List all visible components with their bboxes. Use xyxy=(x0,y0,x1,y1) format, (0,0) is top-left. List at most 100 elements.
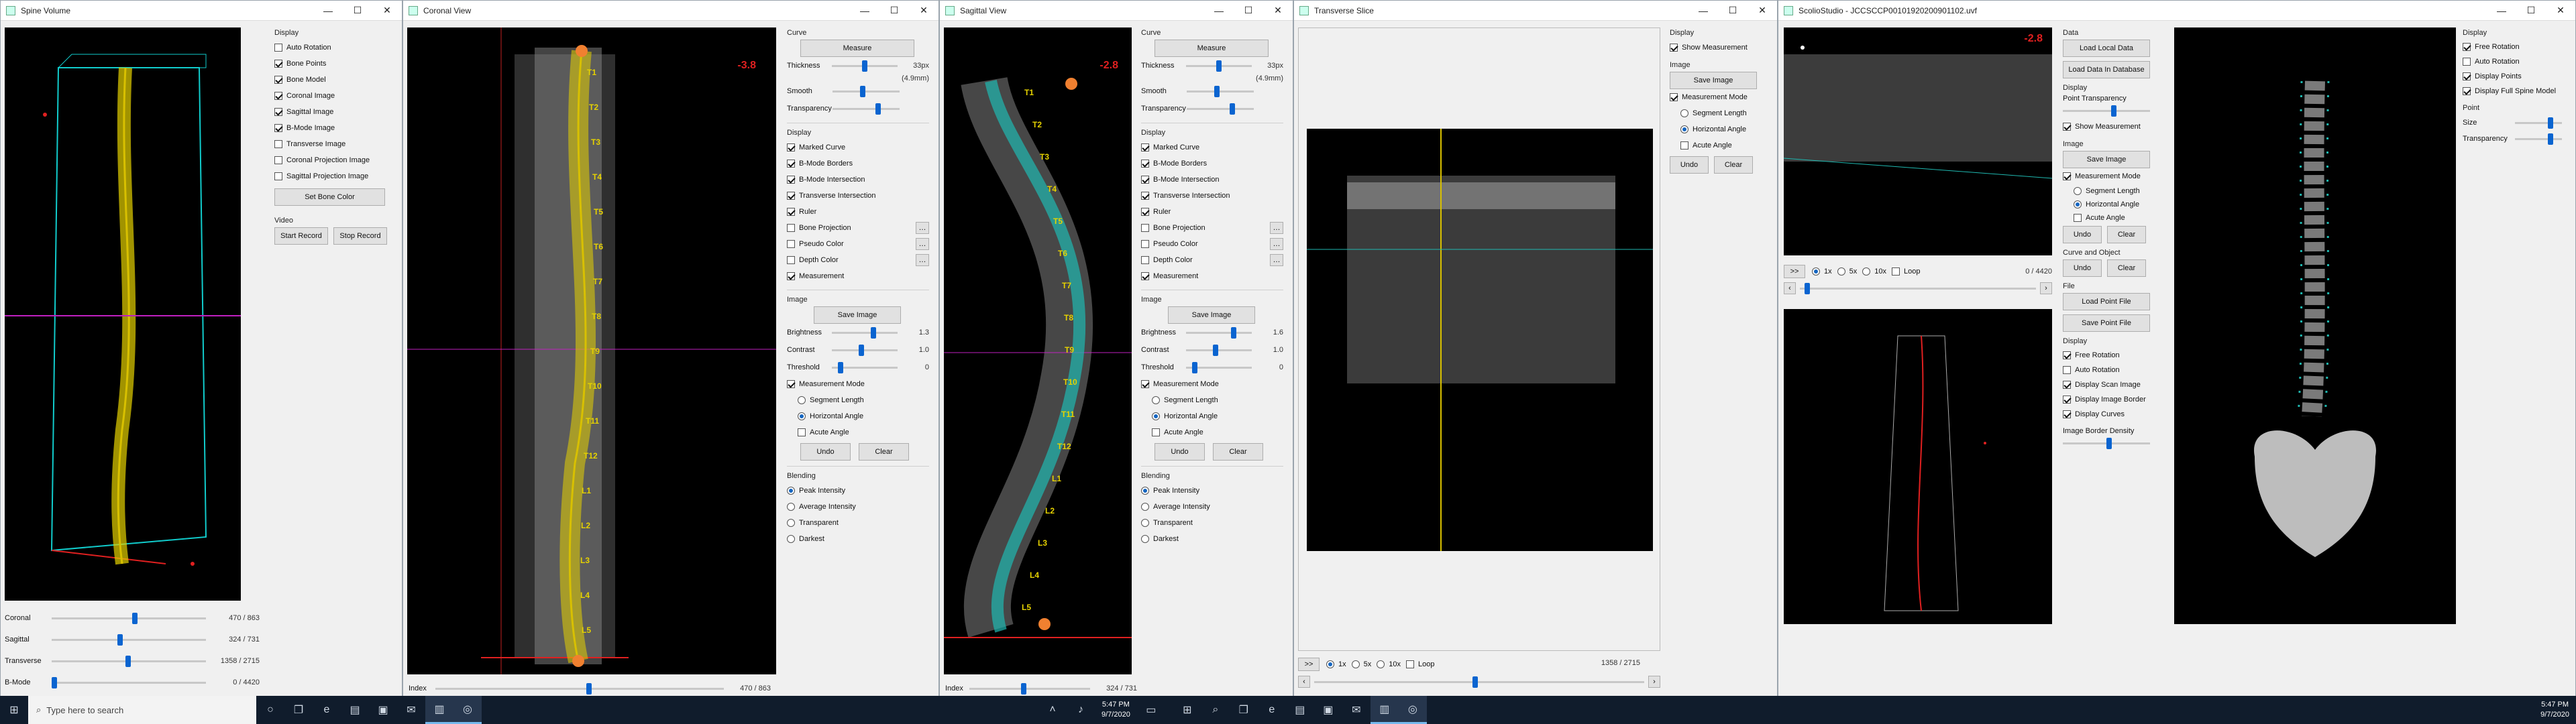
minimize-icon[interactable]: — xyxy=(1204,1,1234,21)
clear-button[interactable]: Clear xyxy=(859,443,909,461)
display-option-5[interactable]: B-Mode Image xyxy=(274,120,395,136)
speed-radio-2[interactable]: 10x xyxy=(1862,265,1886,278)
display-option-1[interactable]: Bone Points xyxy=(274,56,395,72)
transparency-slider[interactable] xyxy=(2515,131,2562,147)
step-forward-button[interactable]: › xyxy=(2040,282,2052,294)
speed-radio-0[interactable]: 1x xyxy=(1326,658,1346,671)
taskbar-clock[interactable]: 5:47 PM 9/7/2020 xyxy=(1095,700,1137,720)
measurement-mode-checkbox[interactable]: Measurement Mode xyxy=(787,376,929,392)
notification-icon[interactable]: ▭ xyxy=(1137,696,1165,724)
segment-length-radio[interactable]: Segment Length xyxy=(1670,105,1770,121)
display-option-2[interactable]: B-Mode Intersection xyxy=(1141,172,1283,188)
acute-angle-checkbox[interactable]: Acute Angle xyxy=(1141,424,1283,440)
play-button[interactable]: >> xyxy=(1298,658,1320,671)
clear-button[interactable]: Clear xyxy=(1714,156,1753,174)
index-slider[interactable] xyxy=(969,680,1090,697)
start-record-button[interactable]: Start Record xyxy=(274,227,328,245)
brightness-slider[interactable] xyxy=(1185,324,1252,341)
color-picker-button[interactable]: … xyxy=(1270,222,1283,234)
volume-icon[interactable]: ♪ xyxy=(1067,696,1095,724)
display-option-4[interactable]: Ruler xyxy=(1141,204,1283,220)
color-picker-button[interactable]: … xyxy=(1270,254,1283,266)
curve-clear-button[interactable]: Clear xyxy=(2107,259,2146,277)
color-picker-button[interactable]: … xyxy=(916,222,929,234)
speed-radio-2[interactable]: 10x xyxy=(1377,658,1401,671)
view-slider[interactable] xyxy=(52,631,206,648)
threshold-slider[interactable] xyxy=(831,359,898,375)
color-picker-button[interactable]: … xyxy=(916,238,929,250)
blending-option-2[interactable]: Transparent xyxy=(1141,515,1283,531)
save-image-button[interactable]: Save Image xyxy=(814,306,901,324)
minimize-icon[interactable]: — xyxy=(850,1,879,21)
start-icon-2[interactable]: ⊞ xyxy=(1173,696,1201,724)
maximize-icon[interactable]: ☐ xyxy=(2516,1,2546,21)
measure-button[interactable]: Measure xyxy=(800,40,914,57)
measure-button[interactable]: Measure xyxy=(1155,40,1269,57)
maximize-icon[interactable]: ☐ xyxy=(343,1,372,21)
undo-button[interactable]: Undo xyxy=(800,443,851,461)
color-picker-button[interactable]: … xyxy=(1270,238,1283,250)
measurement-mode-checkbox[interactable]: Measurement Mode xyxy=(1141,376,1283,392)
right-display-option-0[interactable]: Free Rotation xyxy=(2463,40,2570,54)
right-display-option-3[interactable]: Display Full Spine Model xyxy=(2463,84,2570,99)
start-icon[interactable]: ⊞ xyxy=(0,696,28,724)
task-view-icon[interactable]: ❐ xyxy=(284,696,313,724)
close-icon[interactable]: ✕ xyxy=(1748,1,1777,21)
save-image-button[interactable]: Save Image xyxy=(2063,151,2150,168)
display-option-7[interactable]: Depth Color… xyxy=(1141,252,1283,268)
app-pinned-icon[interactable]: ▥ xyxy=(425,696,453,724)
view-slider[interactable] xyxy=(52,610,206,626)
undo-button[interactable]: Undo xyxy=(2063,226,2102,243)
title-bar[interactable]: Spine Volume — ☐ ✕ xyxy=(1,1,402,21)
spine-3d-viewport[interactable] xyxy=(5,27,241,601)
contrast-slider[interactable] xyxy=(1185,342,1252,358)
mail-icon-2[interactable]: ✉ xyxy=(1342,696,1371,724)
edge-icon-2[interactable]: e xyxy=(1258,696,1286,724)
display-option-0[interactable]: Auto Rotation xyxy=(274,40,395,56)
segment-length-radio[interactable]: Segment Length xyxy=(1141,392,1283,408)
close-icon[interactable]: ✕ xyxy=(909,1,938,21)
transparency-slider[interactable] xyxy=(1187,101,1254,117)
display-option-1[interactable]: B-Mode Borders xyxy=(787,156,929,172)
display-option-2[interactable]: Bone Model xyxy=(274,72,395,88)
horizontal-angle-radio[interactable]: Horizontal Angle xyxy=(1141,408,1283,424)
speed-radio-0[interactable]: 1x xyxy=(1812,265,1832,278)
right-display-option-1[interactable]: Auto Rotation xyxy=(2463,54,2570,69)
acute-angle-checkbox[interactable]: Acute Angle xyxy=(1670,137,1770,154)
blending-option-3[interactable]: Darkest xyxy=(787,531,929,547)
blending-option-2[interactable]: Transparent xyxy=(787,515,929,531)
thickness-slider[interactable] xyxy=(1185,58,1252,74)
minimize-icon[interactable]: — xyxy=(313,1,343,21)
maximize-icon[interactable]: ☐ xyxy=(1234,1,1263,21)
save-point-file-button[interactable]: Save Point File xyxy=(2063,314,2150,332)
color-picker-button[interactable]: … xyxy=(916,254,929,266)
speed-radio-1[interactable]: 5x xyxy=(1837,265,1857,278)
display-option-7[interactable]: Depth Color… xyxy=(787,252,929,268)
taskbar-clock-2[interactable]: 5:47 PM 9/7/2020 xyxy=(2534,700,2576,720)
curve-undo-button[interactable]: Undo xyxy=(2063,259,2102,277)
stop-record-button[interactable]: Stop Record xyxy=(333,227,387,245)
load-data-db-button[interactable]: Load Data In Database xyxy=(2063,61,2150,78)
view-slider[interactable] xyxy=(52,653,206,669)
display-option-4[interactable]: Ruler xyxy=(787,204,929,220)
spine-model-viewport[interactable] xyxy=(2174,27,2456,624)
task-view-icon-2[interactable]: ❐ xyxy=(1230,696,1258,724)
smooth-slider[interactable] xyxy=(833,83,900,99)
threshold-slider[interactable] xyxy=(1185,359,1252,375)
show-measurement-checkbox[interactable]: Show Measurement xyxy=(1670,40,1770,56)
display-option-8[interactable]: Measurement xyxy=(787,268,929,284)
display-option-6[interactable]: Pseudo Color… xyxy=(787,236,929,252)
display-option-0[interactable]: Marked Curve xyxy=(787,139,929,156)
blending-option-3[interactable]: Darkest xyxy=(1141,531,1283,547)
size-slider[interactable] xyxy=(2515,115,2562,131)
speed-radio-1[interactable]: 5x xyxy=(1351,658,1371,671)
display-option-3[interactable]: Transverse Intersection xyxy=(1141,188,1283,204)
frame-slider[interactable] xyxy=(1314,674,1644,690)
blending-option-1[interactable]: Average Intensity xyxy=(787,499,929,515)
measurement-mode-checkbox[interactable]: Measurement Mode xyxy=(1670,89,1770,105)
display2-option-0[interactable]: Free Rotation xyxy=(2063,348,2163,363)
blending-option-0[interactable]: Peak Intensity xyxy=(787,483,929,499)
brightness-slider[interactable] xyxy=(831,324,898,341)
horizontal-angle-radio[interactable]: Horizontal Angle xyxy=(787,408,929,424)
horizontal-angle-radio[interactable]: Horizontal Angle xyxy=(2063,198,2163,211)
